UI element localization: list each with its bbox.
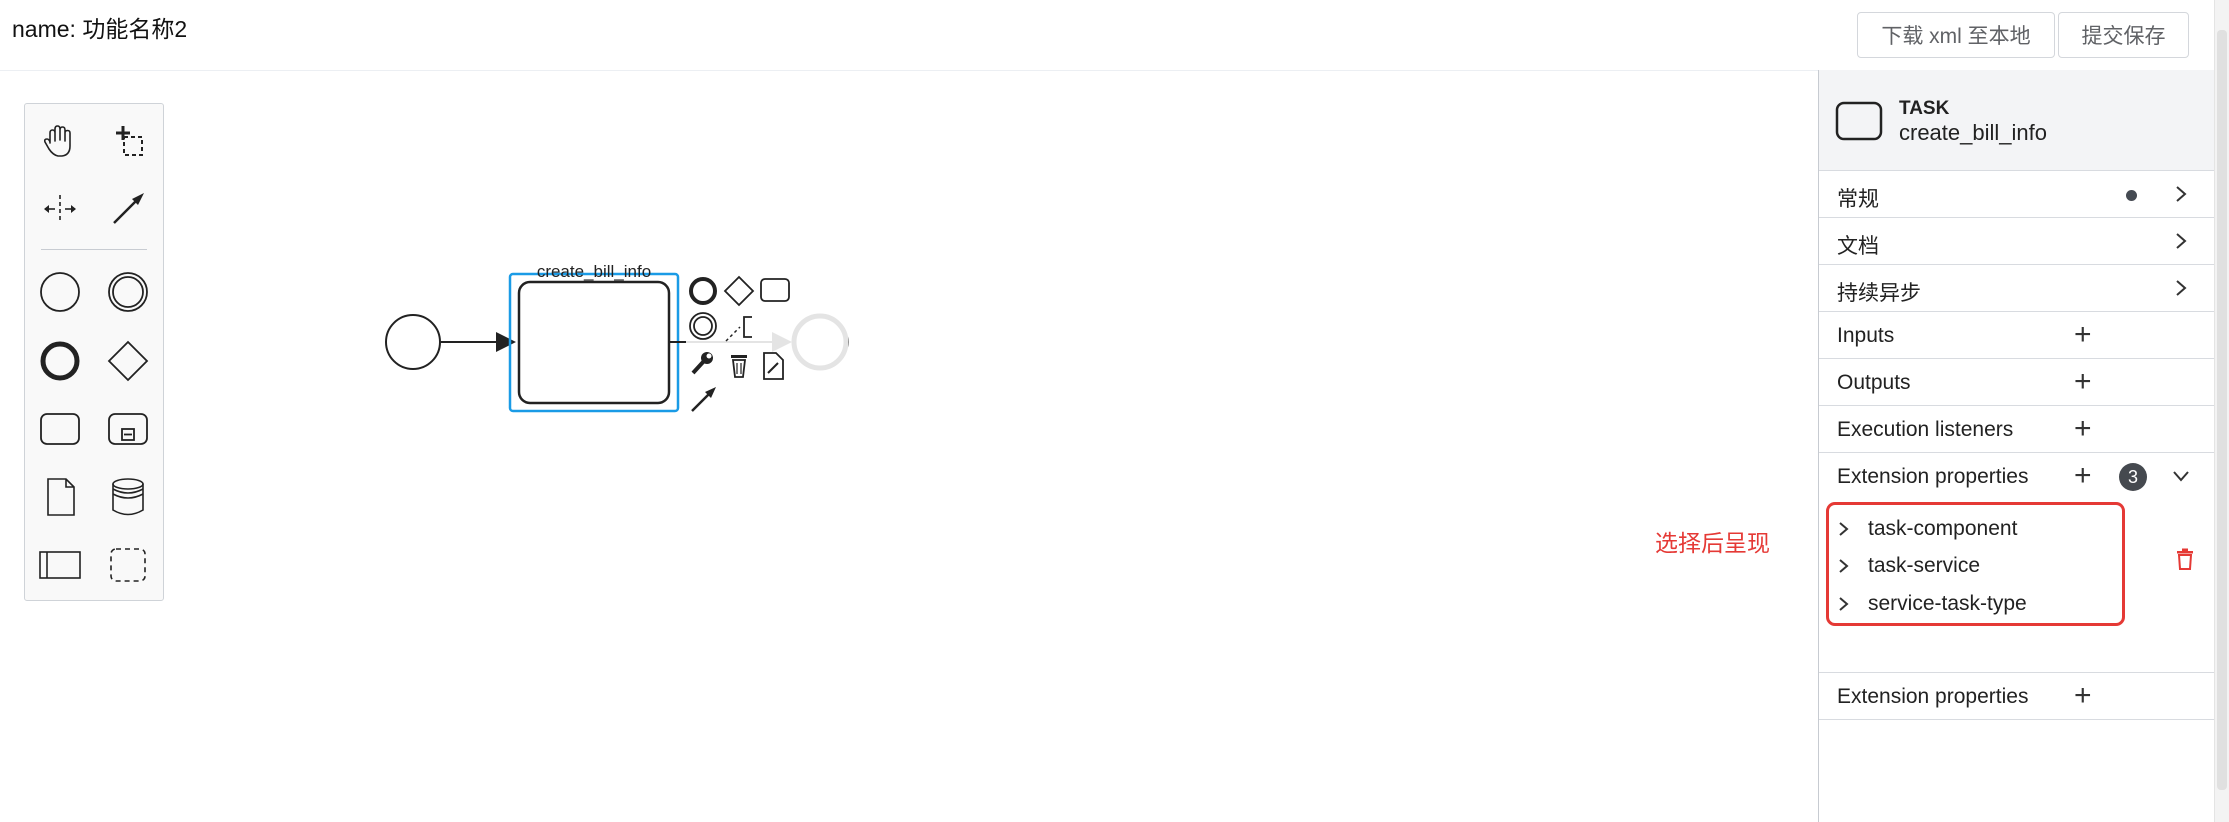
- element-name: create_bill_info: [1899, 120, 2047, 145]
- group-general[interactable]: 常规: [1819, 171, 2214, 218]
- group-inputs[interactable]: Inputs +: [1819, 312, 2214, 359]
- group-extension-properties-2[interactable]: Extension properties +: [1819, 673, 2214, 720]
- chevron-right-icon[interactable]: [2174, 185, 2188, 203]
- group-async-continuation[interactable]: 持续异步: [1819, 265, 2214, 312]
- extension-item[interactable]: task-service: [1837, 551, 1980, 581]
- scrollbar-thumb[interactable]: [2217, 30, 2227, 790]
- add-input-icon[interactable]: +: [2074, 320, 2092, 350]
- chevron-right-icon[interactable]: [1837, 521, 1851, 537]
- task-label: create_bill_info: [536, 261, 652, 281]
- extension-item[interactable]: service-task-type: [1837, 589, 2027, 619]
- scrollbar[interactable]: [2214, 0, 2229, 822]
- extension-count-badge: 3: [2119, 463, 2147, 491]
- group-execution-listeners[interactable]: Execution listeners +: [1819, 406, 2214, 453]
- chevron-right-icon[interactable]: [1837, 558, 1851, 574]
- add-extension-property-icon[interactable]: +: [2074, 461, 2092, 491]
- extension-item[interactable]: task-component: [1837, 514, 2017, 544]
- page-title: name: 功能名称2: [12, 16, 188, 42]
- add-listener-icon[interactable]: +: [2074, 414, 2092, 444]
- chevron-right-icon[interactable]: [1837, 596, 1851, 612]
- group-extension-properties[interactable]: Extension properties + 3: [1819, 453, 2214, 500]
- chevron-right-icon[interactable]: [2174, 232, 2188, 250]
- task-type-icon: [1835, 101, 1883, 141]
- group-documentation[interactable]: 文档: [1819, 218, 2214, 265]
- add-output-icon[interactable]: +: [2074, 367, 2092, 397]
- group-outputs[interactable]: Outputs +: [1819, 359, 2214, 406]
- properties-panel: TASK create_bill_info 常规 文档 持续异步 Inputs …: [1818, 70, 2214, 822]
- chevron-right-icon[interactable]: [2174, 279, 2188, 297]
- extension-properties-list: task-component task-service service-task…: [1819, 500, 2214, 673]
- data-indicator-dot: [2126, 190, 2137, 201]
- add-extension-property-icon[interactable]: +: [2074, 681, 2092, 711]
- panel-header: TASK create_bill_info: [1819, 70, 2214, 171]
- annotation-note: 选择后呈现: [1655, 530, 1770, 556]
- submit-save-button[interactable]: 提交保存: [2058, 12, 2189, 58]
- start-event[interactable]: [385, 314, 441, 370]
- element-type: TASK: [1899, 98, 1950, 119]
- chevron-down-icon[interactable]: [2172, 469, 2190, 483]
- trash-icon[interactable]: [2176, 548, 2194, 570]
- download-xml-button[interactable]: 下载 xml 至本地: [1857, 12, 2055, 58]
- diagram-canvas[interactable]: create_bill_info: [0, 71, 1818, 822]
